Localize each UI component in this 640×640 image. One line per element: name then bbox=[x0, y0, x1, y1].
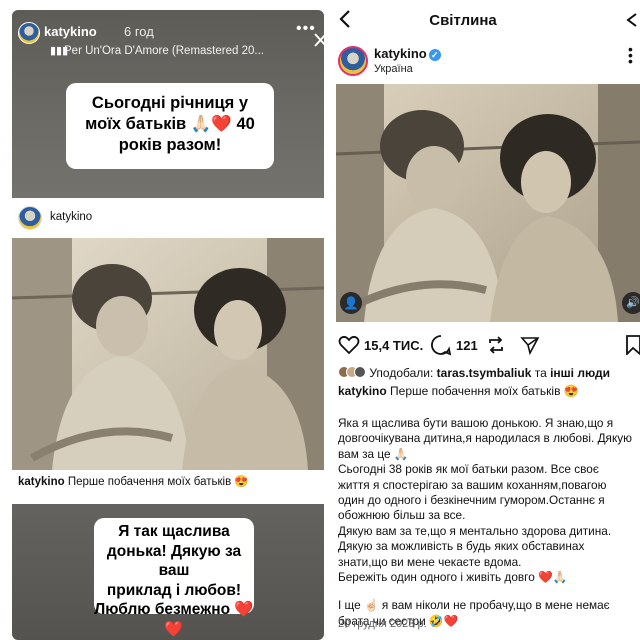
comment-count[interactable]: 121 bbox=[456, 338, 478, 353]
shared-post-photo bbox=[12, 238, 324, 470]
caption-text: Перше побачення моїх батьків 😍 bbox=[64, 476, 249, 488]
caption-username: katykino bbox=[18, 476, 65, 488]
liker-avatars bbox=[338, 366, 366, 378]
sticker-line: Я так щаслива bbox=[118, 523, 230, 540]
send-icon[interactable] bbox=[520, 332, 540, 358]
sound-icon[interactable]: 🔊 bbox=[622, 292, 640, 314]
caption-username[interactable]: katykino bbox=[338, 384, 387, 398]
caption-line: Сьогодні 38 років як мої батьки разом. В… bbox=[338, 462, 599, 477]
sticker-line: моїх батьків 🙏🏻❤️ 40 bbox=[85, 115, 255, 133]
caption-line: Бережіть один одного і живіть довго ❤️🙏🏻 bbox=[338, 570, 568, 585]
bookmark-icon[interactable] bbox=[626, 332, 640, 358]
sticker-line: років разом! bbox=[118, 136, 222, 154]
share-arrow-icon[interactable] bbox=[624, 10, 640, 30]
story-music-title[interactable]: Per Un'Ora D'Amore (Remastered 20... bbox=[64, 45, 264, 57]
repost-icon[interactable] bbox=[486, 332, 506, 358]
post-date: 20 грудня 2023 р. bbox=[338, 618, 427, 630]
story-text-sticker-bottom: Я так щаслива донька! Дякую за ваш прикл… bbox=[94, 518, 254, 638]
caption-line: життя я спостерігаю за вашим коханням,по… bbox=[338, 477, 607, 492]
shared-post-card[interactable]: katykino katykino Перше побачення моїх б… bbox=[12, 198, 324, 504]
story-header: katykino 6 год ••• ▮▮▮ Per Un'Ora D'Amor… bbox=[12, 10, 324, 68]
story-timestamp: 6 год bbox=[124, 24, 154, 39]
caption-line: довгоочікувана дитина,я народилася в люб… bbox=[338, 431, 632, 446]
story-username[interactable]: katykino bbox=[44, 24, 97, 39]
caption-line: вам за це 🙏🏻 bbox=[338, 446, 409, 461]
story-viewer[interactable]: katykino 6 год ••• ▮▮▮ Per Un'Ora D'Amor… bbox=[12, 10, 324, 640]
sticker-line: донька! Дякую за ваш bbox=[106, 542, 242, 580]
sticker-line: Люблю безмежно ❤️❤️ bbox=[94, 601, 254, 638]
comment-action[interactable]: 121 bbox=[430, 332, 478, 358]
story-text-sticker-top: Сьогодні річниця у моїх батьків 🙏🏻❤️ 40 … bbox=[66, 83, 274, 169]
post-actions-bar: 15,4 ТИС. 121 bbox=[336, 332, 640, 358]
page-title: Світлина bbox=[429, 12, 497, 29]
like-count[interactable]: 15,4 ТИС. bbox=[364, 338, 423, 353]
caption-line: обожнюю більш за все. bbox=[338, 508, 466, 523]
comment-icon[interactable] bbox=[430, 334, 452, 356]
tagged-people-icon[interactable]: 👤 bbox=[340, 292, 362, 314]
post-location[interactable]: Україна bbox=[374, 63, 413, 75]
caption-line: І ще ☝🏻 я вам ніколи не пробачу,що в мен… bbox=[338, 598, 610, 613]
heart-icon[interactable] bbox=[338, 335, 360, 355]
avatar bbox=[18, 206, 42, 230]
more-options-icon[interactable]: ••• bbox=[628, 46, 640, 64]
likes-summary[interactable]: Уподобали: taras.tsymbaliuk та інші люди bbox=[338, 366, 610, 380]
likes-prefix: Уподобали: bbox=[369, 366, 437, 380]
likes-others[interactable]: інші люди bbox=[550, 366, 610, 380]
likes-middle: та bbox=[531, 366, 551, 380]
avatar[interactable] bbox=[18, 22, 40, 44]
caption-line: знати,що ви мене чекаєте вдома. bbox=[338, 554, 522, 569]
caption-gap bbox=[338, 585, 640, 598]
close-icon[interactable] bbox=[314, 32, 324, 48]
caption-line: Дякую за можливість в будь яких обставин… bbox=[338, 539, 585, 554]
caption-line: Дякую вам за те,що я ментально здорова д… bbox=[338, 523, 612, 538]
shared-post-username: katykino bbox=[50, 211, 93, 223]
like-action[interactable]: 15,4 ТИС. bbox=[338, 332, 423, 358]
caption-line: один до одного і безкінечним гумором.Ост… bbox=[338, 493, 605, 508]
caption-first: Перше побачення моїх батьків 😍 bbox=[386, 384, 579, 398]
sticker-line: Сьогодні річниця у bbox=[91, 94, 249, 112]
username-text[interactable]: katykino bbox=[374, 46, 427, 61]
post-photo[interactable] bbox=[336, 84, 640, 322]
more-options-icon[interactable]: ••• bbox=[296, 20, 316, 38]
caption-line: Яка я щаслива бути вашою донькою. Я знаю… bbox=[338, 416, 614, 430]
caption-body: Яка я щаслива бути вашою донькою. Я знаю… bbox=[338, 416, 640, 629]
likes-user[interactable]: taras.tsymbaliuk bbox=[437, 366, 532, 380]
caption-headline: katykino Перше побачення моїх батьків 😍 bbox=[338, 384, 579, 398]
post-username[interactable]: katykino ✓ bbox=[374, 46, 441, 61]
avatar[interactable] bbox=[338, 46, 368, 76]
post-view: Світлина katykino✓ Україна ••• � bbox=[336, 0, 640, 640]
verified-badge-icon: ✓ bbox=[428, 49, 441, 61]
sticker-line: приклад і любов! bbox=[106, 581, 242, 599]
shared-post-caption: katykino Перше побачення моїх батьків 😍 bbox=[18, 474, 249, 488]
